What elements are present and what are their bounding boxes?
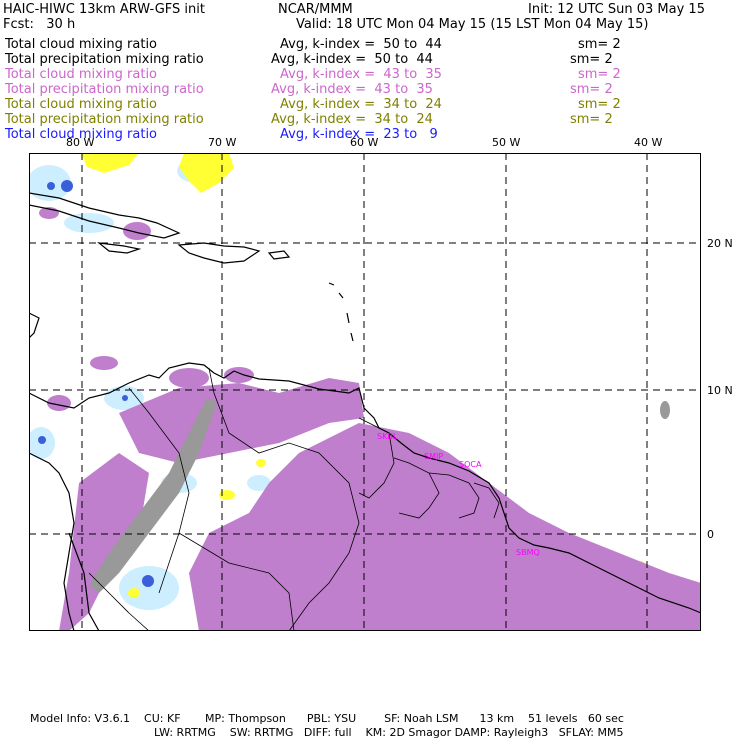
forecast-map: SKBL SMJP SOCA SBMQ 80 W 70 W 60 W 50 W …: [29, 153, 701, 631]
lat-label-0: 0: [707, 528, 714, 541]
lat-label-10n: 10 N: [707, 384, 733, 397]
header-init: Init: 12 UTC Sun 03 May 15: [528, 2, 705, 17]
lon-label: 40 W: [634, 153, 662, 155]
lon-label: 80 W: [68, 153, 96, 155]
lon-label: 50 W: [492, 153, 520, 155]
lon-label: 70 W: [208, 153, 236, 155]
header-fcst: Fcst: 30 h: [3, 17, 76, 32]
lon-label-40w: 40 W: [634, 136, 663, 149]
place-label: SMJP: [424, 452, 443, 461]
legend-sm: sm= 2: [578, 97, 621, 112]
legend-avg: Avg, k-index = 34 to 24: [271, 112, 433, 127]
place-label: SBMQ: [516, 548, 540, 557]
legend-sm: sm= 2: [570, 52, 613, 67]
header-title: HAIC-HIWC 13km ARW-GFS init: [3, 2, 205, 17]
legend-field: Total precipitation mixing ratio: [5, 52, 204, 67]
legend-field: Total precipitation mixing ratio: [5, 112, 204, 127]
legend-field: Total cloud mixing ratio: [5, 97, 158, 112]
header-valid: Valid: 18 UTC Mon 04 May 15 (15 LST Mon …: [296, 17, 649, 32]
place-label: SKBL: [377, 432, 398, 441]
footer-physics-info: LW: RRTMG SW: RRTMG DIFF: full KM: 2D Sm…: [154, 726, 624, 739]
legend-field: Total precipitation mixing ratio: [5, 82, 204, 97]
place-label: SOCA: [459, 460, 482, 469]
legend-field: Total cloud mixing ratio: [5, 37, 158, 52]
legend-sm: sm= 2: [578, 37, 621, 52]
legend-sm: sm= 2: [570, 82, 613, 97]
legend-sm: sm= 2: [570, 112, 613, 127]
legend-sm: sm= 2: [578, 67, 621, 82]
lon-label-70w: 70 W: [208, 136, 237, 149]
legend-field: Total cloud mixing ratio: [5, 67, 158, 82]
footer-model-info: Model Info: V3.6.1 CU: KF MP: Thompson P…: [30, 712, 624, 725]
lon-label-60w: 60 W: [350, 136, 379, 149]
legend-avg: Avg, k-index = 43 to 35: [280, 67, 442, 82]
legend-avg: Avg, k-index = 50 to 44: [280, 37, 442, 52]
header-center: NCAR/MMM: [278, 2, 353, 17]
lon-label: 60 W: [350, 153, 378, 155]
lat-label-20n: 20 N: [707, 237, 733, 250]
legend-avg: Avg, k-index = 50 to 44: [271, 52, 433, 67]
legend-avg: Avg, k-index = 43 to 35: [271, 82, 433, 97]
lon-label-50w: 50 W: [492, 136, 521, 149]
legend-avg: Avg, k-index = 34 to 24: [280, 97, 442, 112]
lon-label-80w: 80 W: [66, 136, 95, 149]
